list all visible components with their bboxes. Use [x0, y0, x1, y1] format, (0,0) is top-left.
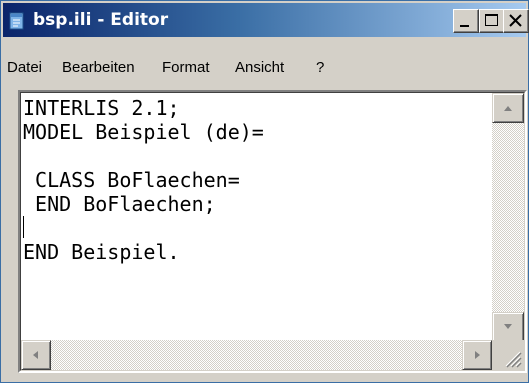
- menu-ansicht[interactable]: Ansicht: [235, 54, 284, 82]
- maximize-icon: [485, 14, 498, 26]
- minimize-button[interactable]: [453, 9, 479, 33]
- horizontal-scrollbar[interactable]: [21, 340, 492, 370]
- text-line: CLASS BoFlaechen=: [23, 168, 491, 192]
- vertical-scrollbar[interactable]: [492, 93, 524, 342]
- text-line: [23, 144, 491, 168]
- scroll-down-button[interactable]: [492, 312, 524, 342]
- resize-grip-icon[interactable]: [492, 340, 524, 370]
- arrow-right-icon: [475, 351, 480, 359]
- menu-bar: Datei Bearbeiten Format Ansicht ?: [3, 54, 526, 82]
- menu-help[interactable]: ?: [316, 54, 324, 82]
- menu-datei[interactable]: Datei: [7, 54, 42, 82]
- arrow-down-icon: [504, 324, 512, 329]
- arrow-left-icon: [33, 351, 38, 359]
- menu-bearbeiten[interactable]: Bearbeiten: [62, 54, 135, 82]
- text-line: END BoFlaechen;: [23, 192, 491, 216]
- maximize-button[interactable]: [479, 9, 505, 33]
- window-title: bsp.ili - Editor: [33, 10, 169, 30]
- text-line-content: INTERLIS 2.1;: [23, 96, 180, 120]
- text-line-content: MODEL Beispiel (de)=: [23, 120, 264, 144]
- text-line-content: CLASS BoFlaechen=: [23, 168, 240, 192]
- scroll-right-button[interactable]: [462, 340, 492, 370]
- close-button[interactable]: [503, 9, 529, 33]
- scroll-up-button[interactable]: [492, 93, 524, 123]
- notepad-icon: [8, 11, 26, 31]
- text-line-content: END BoFlaechen;: [23, 192, 216, 216]
- title-bar[interactable]: bsp.ili - Editor: [3, 3, 529, 37]
- text-content[interactable]: INTERLIS 2.1; MODEL Beispiel (de)= CLASS …: [23, 96, 491, 341]
- close-icon: [509, 14, 522, 27]
- minimize-icon: [460, 25, 469, 27]
- text-line-content: END Beispiel.: [23, 240, 180, 264]
- text-line: MODEL Beispiel (de)=: [23, 120, 491, 144]
- edit-area[interactable]: INTERLIS 2.1; MODEL Beispiel (de)= CLASS …: [18, 90, 527, 373]
- editor-window: bsp.ili - Editor Datei Bearbeiten Format…: [0, 0, 529, 383]
- text-line: INTERLIS 2.1;: [23, 96, 491, 120]
- text-caret: [23, 216, 24, 238]
- text-line: END Beispiel.: [23, 240, 491, 264]
- menu-format[interactable]: Format: [162, 54, 210, 82]
- scroll-left-button[interactable]: [21, 340, 51, 370]
- arrow-up-icon: [504, 106, 512, 111]
- text-line: [23, 216, 491, 240]
